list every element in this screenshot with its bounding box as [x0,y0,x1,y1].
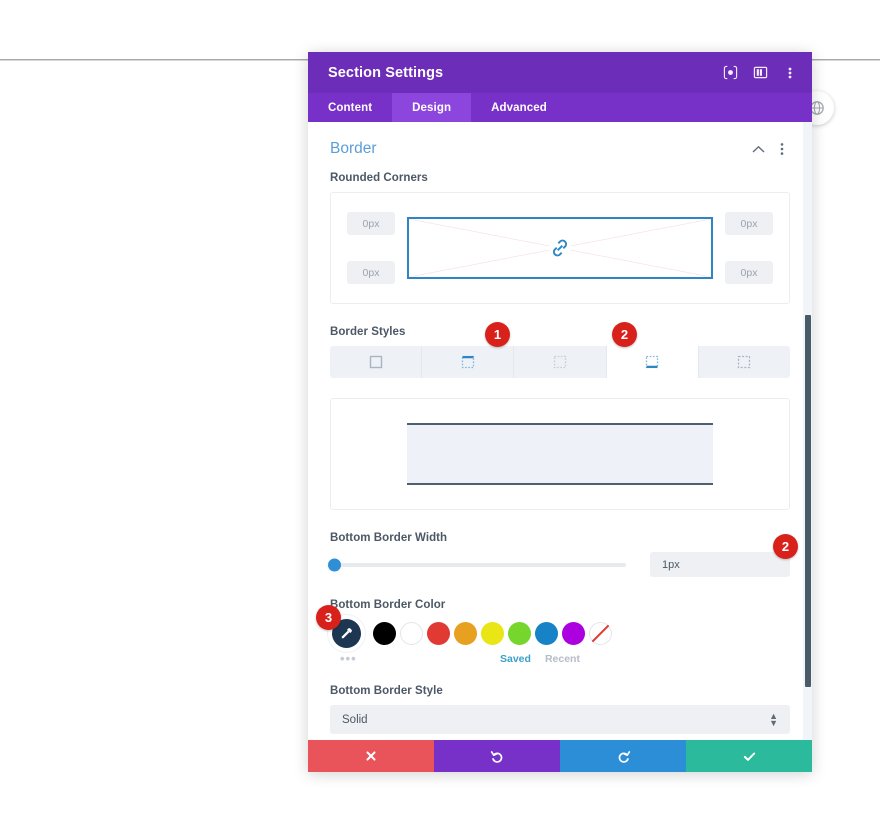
section-title: Border [330,140,377,157]
scrollbar-thumb[interactable] [805,315,811,687]
scrollbar-track[interactable] [803,122,812,740]
border-none-icon [553,355,567,369]
more-options-icon[interactable] [781,64,799,82]
border-style-all-button[interactable] [330,346,423,378]
annotation-badge-3: 3 [316,605,341,630]
modal-body: Border Rounded Corners 0px 0px 0px 0px B… [308,122,812,740]
swatch-red[interactable] [427,622,450,645]
slider-thumb[interactable] [328,558,341,571]
swatch-white[interactable] [400,622,423,645]
bottom-border-width-input[interactable]: 1px [650,552,790,577]
bottom-border-width-row: 1px [328,552,790,577]
rounded-corners-control: 0px 0px 0px 0px [330,192,790,304]
corner-preview-canvas [407,217,713,279]
color-swatch-meta-row: ••• Saved Recent [330,651,790,667]
bottom-border-width-label: Bottom Border Width [330,532,448,544]
bottom-border-style-select[interactable]: Solid ▲ ▼ [330,705,790,734]
focus-icon[interactable] [721,64,739,82]
swatch-none[interactable] [589,622,612,645]
tab-bar: Content Design Advanced [308,93,812,122]
border-preview-shape [407,423,713,485]
border-style-bottom-button[interactable] [606,346,699,378]
border-top-icon [461,355,474,369]
border-style-none-button[interactable] [514,346,607,378]
rounded-corners-label: Rounded Corners [330,172,428,184]
border-bottom-icon [646,355,659,369]
undo-icon [490,750,502,763]
swatch-blue[interactable] [535,622,558,645]
more-swatches-button[interactable]: ••• [340,652,500,665]
border-section-header: Border [330,134,790,172]
section-settings-modal: Section Settings Content Design Advanced… [308,52,812,772]
border-all-icon [369,355,382,369]
redo-icon [618,750,630,763]
recent-colors-tab[interactable]: Recent [545,653,580,665]
swatch-black[interactable] [373,622,396,645]
redo-button[interactable] [560,740,686,772]
bottom-border-style-value: Solid [342,713,368,726]
corner-bottom-left-input[interactable]: 0px [347,261,395,284]
eyedropper-icon [341,628,352,639]
settings-scroll-area: Border Rounded Corners 0px 0px 0px 0px B… [308,122,812,740]
link-icon[interactable] [549,237,571,259]
border-style-custom-button[interactable] [699,346,790,378]
annotation-badge-4: 2 [773,534,798,559]
kebab-menu-icon[interactable] [774,141,790,157]
save-button[interactable] [686,740,812,772]
modal-footer [308,740,812,772]
check-icon [743,752,755,761]
page-title: Section Settings [328,64,444,81]
bottom-border-width-slider[interactable] [328,558,626,571]
color-swatch-row [330,619,790,648]
tab-design[interactable]: Design [392,93,472,122]
corner-bottom-right-input[interactable]: 0px [725,261,773,284]
annotation-badge-2: 2 [612,322,637,347]
swatch-yellow[interactable] [481,622,504,645]
bottom-border-style-label: Bottom Border Style [330,685,443,697]
header-icon-group [721,64,799,82]
swatch-green[interactable] [508,622,531,645]
border-style-top-button[interactable] [422,346,515,378]
border-styles-label: Border Styles [330,326,406,338]
undo-button[interactable] [434,740,560,772]
swatch-purple[interactable] [562,622,585,645]
tab-advanced[interactable]: Advanced [471,93,567,122]
swatch-orange[interactable] [454,622,477,645]
screen: Section Settings Content Design Advanced… [0,0,880,819]
layout-icon[interactable] [751,64,769,82]
select-stepper-icon: ▲ ▼ [769,710,778,728]
annotation-badge-1: 1 [485,322,510,347]
border-preview-box [330,398,790,510]
border-custom-icon [738,355,751,369]
modal-header: Section Settings [308,52,812,93]
corner-top-right-input[interactable]: 0px [725,212,773,235]
bottom-border-color-label: Bottom Border Color [330,599,446,611]
cancel-button[interactable] [308,740,434,772]
close-icon [366,751,376,761]
tab-content[interactable]: Content [308,93,392,122]
chevron-up-icon[interactable] [750,141,766,157]
border-styles-toggle-group [330,346,790,378]
saved-colors-tab[interactable]: Saved [500,653,531,665]
corner-top-left-input[interactable]: 0px [347,212,395,235]
